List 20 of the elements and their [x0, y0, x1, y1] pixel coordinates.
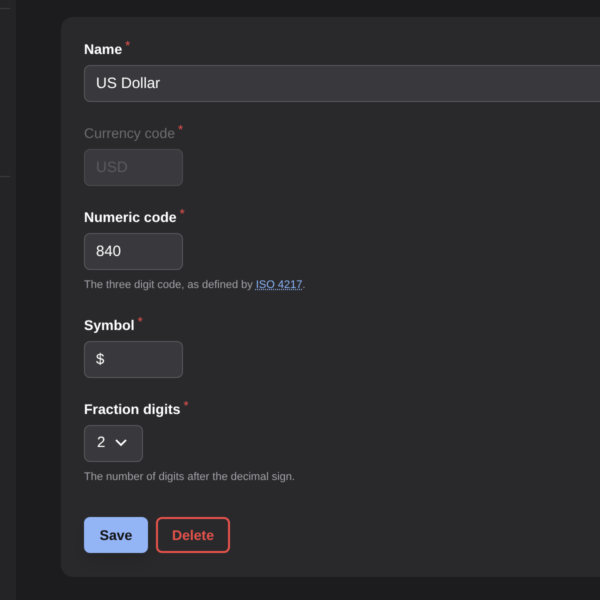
field-label: Name: [84, 40, 122, 59]
help-text: The number of digits after the decimal sign.: [84, 470, 296, 484]
chevron-down-icon: [115, 439, 128, 447]
field-label: Numeric code: [84, 208, 177, 227]
required-asterisk: *: [183, 398, 189, 412]
field-label: Fraction digits: [84, 400, 180, 418]
required-asterisk: *: [138, 314, 143, 328]
required-asterisk: *: [125, 39, 130, 52]
field-label: Symbol: [84, 316, 135, 334]
help-text: The three digit code, as defined by ISO 4217.: [84, 278, 306, 293]
select-field[interactable]: 2: [84, 424, 143, 462]
required-asterisk: *: [180, 207, 185, 220]
text-input[interactable]: US Dollar: [84, 65, 600, 102]
standard-link[interactable]: ISO 4217: [256, 279, 302, 291]
save-button[interactable]: Save: [84, 517, 148, 553]
text-input[interactable]: $: [84, 340, 183, 378]
field-label: Currency code: [84, 124, 176, 143]
delete-button[interactable]: Delete: [156, 517, 230, 553]
text-input[interactable]: 840: [84, 233, 183, 270]
required-asterisk: *: [178, 123, 184, 136]
